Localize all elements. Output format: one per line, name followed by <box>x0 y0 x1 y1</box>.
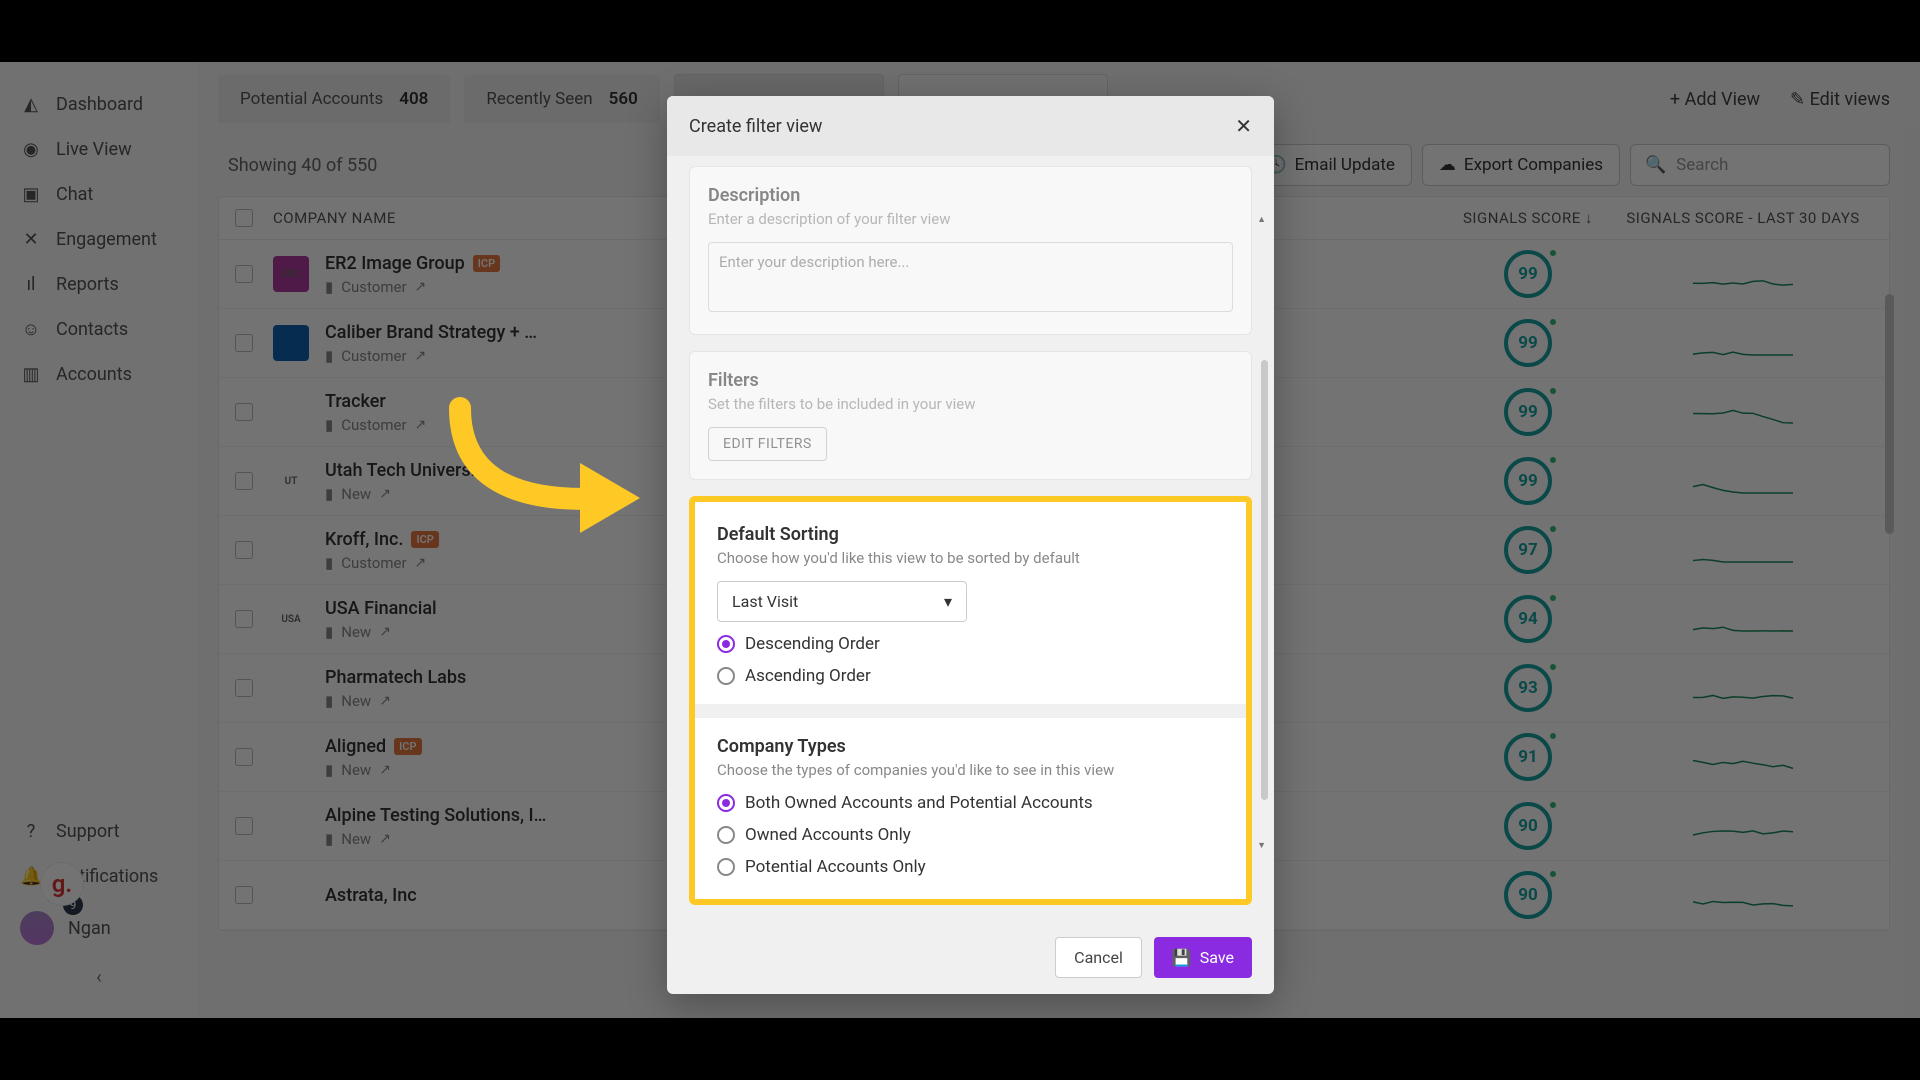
sort-by-select[interactable]: Last Visit ▾ <box>717 581 967 622</box>
scroll-down-icon[interactable]: ▼ <box>1257 840 1266 851</box>
radio-descending[interactable]: Descending Order <box>717 634 1224 654</box>
modal-scrollbar[interactable] <box>1261 360 1268 800</box>
filters-panel: Filters Set the filters to be included i… <box>689 351 1252 480</box>
company-types-panel: Company Types Choose the types of compan… <box>699 718 1242 895</box>
radio-ascending[interactable]: Ascending Order <box>717 666 1224 686</box>
sorting-heading: Default Sorting <box>717 524 1224 545</box>
default-sorting-panel: Default Sorting Choose how you'd like th… <box>699 506 1242 704</box>
radio-icon <box>717 858 735 876</box>
highlighted-sections: Default Sorting Choose how you'd like th… <box>689 496 1252 905</box>
close-icon[interactable]: ✕ <box>1235 114 1252 138</box>
save-icon: 💾 <box>1172 948 1192 967</box>
cancel-button[interactable]: Cancel <box>1055 937 1142 978</box>
sorting-hint: Choose how you'd like this view to be so… <box>717 549 1224 567</box>
radio-both-accounts[interactable]: Both Owned Accounts and Potential Accoun… <box>717 793 1224 813</box>
description-panel: Description Enter a description of your … <box>689 166 1252 335</box>
company-types-hint: Choose the types of companies you'd like… <box>717 761 1224 779</box>
edit-filters-button[interactable]: EDIT FILTERS <box>708 427 827 461</box>
radio-potential-only[interactable]: Potential Accounts Only <box>717 857 1224 877</box>
filters-heading: Filters <box>708 370 1233 391</box>
description-hint: Enter a description of your filter view <box>708 210 1233 228</box>
save-button[interactable]: 💾 Save <box>1154 937 1252 978</box>
radio-icon <box>717 826 735 844</box>
company-types-heading: Company Types <box>717 736 1224 757</box>
chevron-down-icon: ▾ <box>944 592 952 611</box>
filters-hint: Set the filters to be included in your v… <box>708 395 1233 413</box>
radio-owned-only[interactable]: Owned Accounts Only <box>717 825 1224 845</box>
radio-icon <box>717 635 735 653</box>
description-heading: Description <box>708 185 1233 206</box>
modal-title: Create filter view <box>689 116 822 137</box>
radio-icon <box>717 794 735 812</box>
description-textarea[interactable] <box>708 242 1233 312</box>
radio-icon <box>717 667 735 685</box>
create-filter-view-modal: Create filter view ✕ ▲ Description Enter… <box>667 96 1274 994</box>
